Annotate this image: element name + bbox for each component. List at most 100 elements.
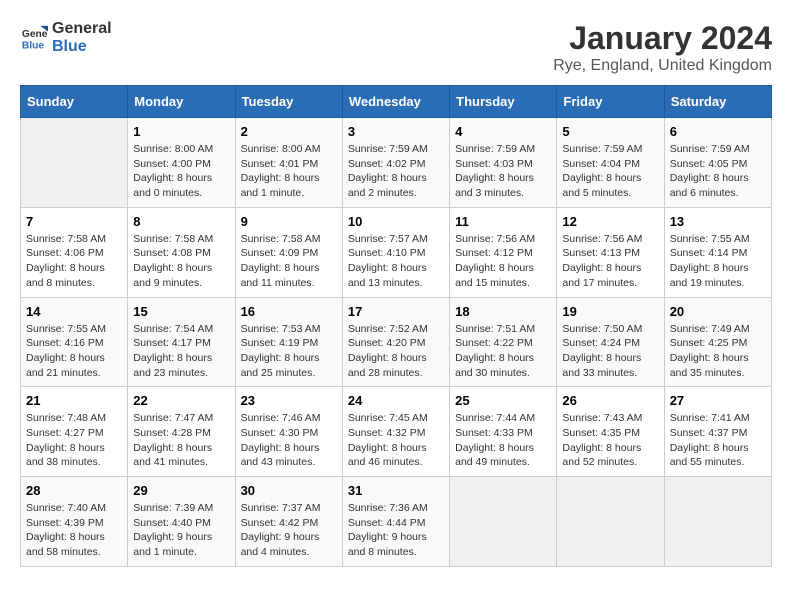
day-info: Sunrise: 7:53 AM Sunset: 4:19 PM Dayligh… <box>241 322 337 381</box>
calendar-cell: 21 Sunrise: 7:48 AM Sunset: 4:27 PM Dayli… <box>21 387 128 477</box>
calendar-cell: 14 Sunrise: 7:55 AM Sunset: 4:16 PM Dayli… <box>21 297 128 387</box>
day-of-week-header: Thursday <box>450 86 557 118</box>
calendar-cell: 23 Sunrise: 7:46 AM Sunset: 4:30 PM Dayli… <box>235 387 342 477</box>
day-number: 10 <box>348 214 444 229</box>
day-info: Sunrise: 7:50 AM Sunset: 4:24 PM Dayligh… <box>562 322 658 381</box>
day-number: 8 <box>133 214 229 229</box>
day-number: 16 <box>241 304 337 319</box>
calendar-cell: 9 Sunrise: 7:58 AM Sunset: 4:09 PM Daylig… <box>235 207 342 297</box>
day-info: Sunrise: 7:55 AM Sunset: 4:16 PM Dayligh… <box>26 322 122 381</box>
calendar-cell: 6 Sunrise: 7:59 AM Sunset: 4:05 PM Daylig… <box>664 118 771 208</box>
day-number: 6 <box>670 124 766 139</box>
calendar-cell: 16 Sunrise: 7:53 AM Sunset: 4:19 PM Dayli… <box>235 297 342 387</box>
day-info: Sunrise: 7:56 AM Sunset: 4:12 PM Dayligh… <box>455 232 551 291</box>
day-number: 4 <box>455 124 551 139</box>
calendar-table: SundayMondayTuesdayWednesdayThursdayFrid… <box>20 85 772 567</box>
day-of-week-header: Monday <box>128 86 235 118</box>
day-number: 30 <box>241 483 337 498</box>
day-number: 9 <box>241 214 337 229</box>
day-info: Sunrise: 8:00 AM Sunset: 4:00 PM Dayligh… <box>133 142 229 201</box>
day-info: Sunrise: 7:59 AM Sunset: 4:05 PM Dayligh… <box>670 142 766 201</box>
day-number: 23 <box>241 393 337 408</box>
calendar-cell: 25 Sunrise: 7:44 AM Sunset: 4:33 PM Dayli… <box>450 387 557 477</box>
calendar-cell: 15 Sunrise: 7:54 AM Sunset: 4:17 PM Dayli… <box>128 297 235 387</box>
calendar-cell <box>664 477 771 567</box>
day-info: Sunrise: 7:58 AM Sunset: 4:09 PM Dayligh… <box>241 232 337 291</box>
day-number: 25 <box>455 393 551 408</box>
day-number: 20 <box>670 304 766 319</box>
calendar-cell: 10 Sunrise: 7:57 AM Sunset: 4:10 PM Dayli… <box>342 207 449 297</box>
calendar-cell: 5 Sunrise: 7:59 AM Sunset: 4:04 PM Daylig… <box>557 118 664 208</box>
page-title: January 2024 <box>553 20 772 57</box>
day-number: 14 <box>26 304 122 319</box>
day-info: Sunrise: 7:44 AM Sunset: 4:33 PM Dayligh… <box>455 411 551 470</box>
day-info: Sunrise: 7:49 AM Sunset: 4:25 PM Dayligh… <box>670 322 766 381</box>
calendar-week-row: 14 Sunrise: 7:55 AM Sunset: 4:16 PM Dayli… <box>21 297 772 387</box>
day-info: Sunrise: 7:43 AM Sunset: 4:35 PM Dayligh… <box>562 411 658 470</box>
calendar-cell: 11 Sunrise: 7:56 AM Sunset: 4:12 PM Dayli… <box>450 207 557 297</box>
day-info: Sunrise: 7:36 AM Sunset: 4:44 PM Dayligh… <box>348 501 444 560</box>
calendar-cell: 4Sunrise: 7:59 AM Sunset: 4:03 PM Daylig… <box>450 118 557 208</box>
day-number: 31 <box>348 483 444 498</box>
day-number: 7 <box>26 214 122 229</box>
calendar-cell: 19 Sunrise: 7:50 AM Sunset: 4:24 PM Dayli… <box>557 297 664 387</box>
day-number: 1 <box>133 124 229 139</box>
day-info: Sunrise: 7:39 AM Sunset: 4:40 PM Dayligh… <box>133 501 229 560</box>
calendar-cell: 3 Sunrise: 7:59 AM Sunset: 4:02 PM Daylig… <box>342 118 449 208</box>
calendar-cell: 26 Sunrise: 7:43 AM Sunset: 4:35 PM Dayli… <box>557 387 664 477</box>
logo-icon: General Blue <box>20 24 48 52</box>
day-info: Sunrise: 7:59 AM Sunset: 4:02 PM Dayligh… <box>348 142 444 201</box>
day-info: Sunrise: 7:48 AM Sunset: 4:27 PM Dayligh… <box>26 411 122 470</box>
day-info: Sunrise: 8:00 AM Sunset: 4:01 PM Dayligh… <box>241 142 337 201</box>
calendar-cell <box>21 118 128 208</box>
calendar-week-row: 21 Sunrise: 7:48 AM Sunset: 4:27 PM Dayli… <box>21 387 772 477</box>
day-number: 15 <box>133 304 229 319</box>
day-info: Sunrise: 7:59 AM Sunset: 4:04 PM Dayligh… <box>562 142 658 201</box>
day-number: 13 <box>670 214 766 229</box>
title-area: January 2024 Rye, England, United Kingdo… <box>553 20 772 75</box>
day-number: 18 <box>455 304 551 319</box>
day-number: 3 <box>348 124 444 139</box>
day-number: 17 <box>348 304 444 319</box>
day-info: Sunrise: 7:51 AM Sunset: 4:22 PM Dayligh… <box>455 322 551 381</box>
svg-text:Blue: Blue <box>22 40 45 51</box>
calendar-cell: 2Sunrise: 8:00 AM Sunset: 4:01 PM Daylig… <box>235 118 342 208</box>
day-info: Sunrise: 7:47 AM Sunset: 4:28 PM Dayligh… <box>133 411 229 470</box>
calendar-cell: 1 Sunrise: 8:00 AM Sunset: 4:00 PM Daylig… <box>128 118 235 208</box>
calendar-cell: 13 Sunrise: 7:55 AM Sunset: 4:14 PM Dayli… <box>664 207 771 297</box>
day-number: 21 <box>26 393 122 408</box>
day-info: Sunrise: 7:54 AM Sunset: 4:17 PM Dayligh… <box>133 322 229 381</box>
calendar-cell: 18 Sunrise: 7:51 AM Sunset: 4:22 PM Dayli… <box>450 297 557 387</box>
calendar-cell <box>557 477 664 567</box>
calendar-cell: 7Sunrise: 7:58 AM Sunset: 4:06 PM Daylig… <box>21 207 128 297</box>
calendar-cell: 30Sunrise: 7:37 AM Sunset: 4:42 PM Dayli… <box>235 477 342 567</box>
page-header: General Blue General Blue January 2024 R… <box>20 20 772 75</box>
day-info: Sunrise: 7:55 AM Sunset: 4:14 PM Dayligh… <box>670 232 766 291</box>
day-info: Sunrise: 7:41 AM Sunset: 4:37 PM Dayligh… <box>670 411 766 470</box>
day-number: 11 <box>455 214 551 229</box>
calendar-cell: 20 Sunrise: 7:49 AM Sunset: 4:25 PM Dayli… <box>664 297 771 387</box>
day-number: 19 <box>562 304 658 319</box>
day-number: 26 <box>562 393 658 408</box>
day-info: Sunrise: 7:46 AM Sunset: 4:30 PM Dayligh… <box>241 411 337 470</box>
day-info: Sunrise: 7:40 AM Sunset: 4:39 PM Dayligh… <box>26 501 122 560</box>
day-info: Sunrise: 7:45 AM Sunset: 4:32 PM Dayligh… <box>348 411 444 470</box>
calendar-cell: 28Sunrise: 7:40 AM Sunset: 4:39 PM Dayli… <box>21 477 128 567</box>
day-info: Sunrise: 7:52 AM Sunset: 4:20 PM Dayligh… <box>348 322 444 381</box>
day-info: Sunrise: 7:58 AM Sunset: 4:08 PM Dayligh… <box>133 232 229 291</box>
logo: General Blue General Blue <box>20 20 112 56</box>
calendar-week-row: 7Sunrise: 7:58 AM Sunset: 4:06 PM Daylig… <box>21 207 772 297</box>
logo-general-text: General <box>52 20 112 37</box>
calendar-cell: 27Sunrise: 7:41 AM Sunset: 4:37 PM Dayli… <box>664 387 771 477</box>
calendar-week-row: 28Sunrise: 7:40 AM Sunset: 4:39 PM Dayli… <box>21 477 772 567</box>
calendar-cell: 31 Sunrise: 7:36 AM Sunset: 4:44 PM Dayli… <box>342 477 449 567</box>
svg-text:General: General <box>22 29 48 40</box>
day-of-week-header: Saturday <box>664 86 771 118</box>
day-info: Sunrise: 7:57 AM Sunset: 4:10 PM Dayligh… <box>348 232 444 291</box>
calendar-week-row: 1 Sunrise: 8:00 AM Sunset: 4:00 PM Daylig… <box>21 118 772 208</box>
calendar-cell <box>450 477 557 567</box>
day-number: 12 <box>562 214 658 229</box>
day-number: 5 <box>562 124 658 139</box>
days-of-week-row: SundayMondayTuesdayWednesdayThursdayFrid… <box>21 86 772 118</box>
calendar-cell: 24Sunrise: 7:45 AM Sunset: 4:32 PM Dayli… <box>342 387 449 477</box>
